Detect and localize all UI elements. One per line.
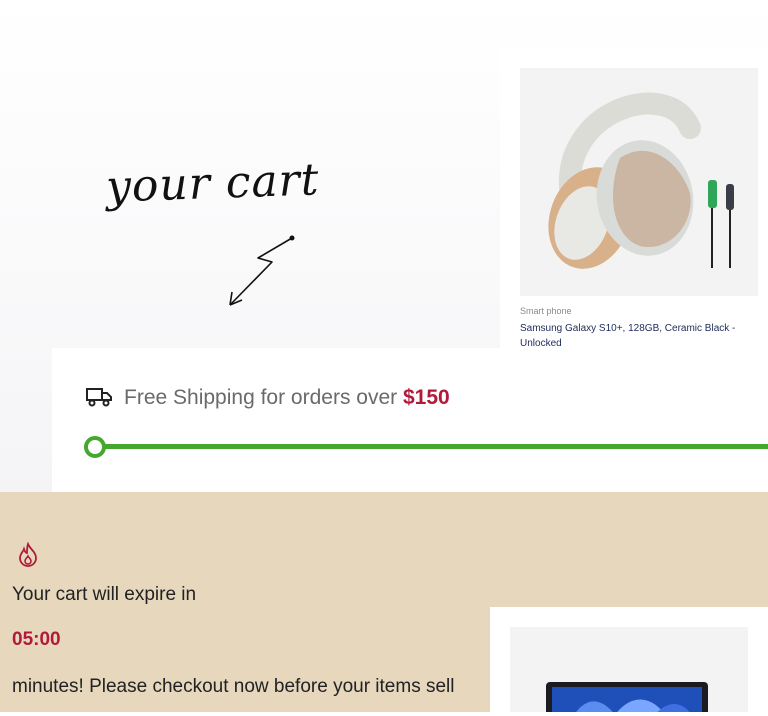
product-card-2[interactable] xyxy=(490,607,768,716)
countdown-timer: 05:00 xyxy=(12,629,61,650)
free-shipping-panel: Free Shipping for orders over $150 xyxy=(52,348,768,492)
shipping-progress-indicator xyxy=(84,436,106,458)
your-cart-annotation: your cart xyxy=(105,154,321,213)
free-shipping-amount: $150 xyxy=(402,386,450,409)
laptop-image[interactable] xyxy=(510,627,748,716)
product-title-link[interactable]: Samsung Galaxy S10+, 128GB, Ceramic Blac… xyxy=(520,321,750,351)
free-shipping-text: Free Shipping for orders over $150 xyxy=(124,386,450,410)
flame-icon xyxy=(19,542,37,567)
truck-icon xyxy=(86,388,112,407)
product-category: Smart phone xyxy=(520,306,572,316)
expire-message: Your cart will expire in xyxy=(12,584,197,605)
free-shipping-label: Free Shipping for orders over xyxy=(124,386,403,409)
expire-submessage: minutes! Please checkout now before your… xyxy=(12,676,455,697)
shipping-progress-track xyxy=(94,444,768,449)
arrow-annotation-icon xyxy=(229,235,295,306)
product-card[interactable]: Smart phone Samsung Galaxy S10+, 128GB, … xyxy=(500,48,768,368)
headphones-image[interactable] xyxy=(520,68,758,296)
